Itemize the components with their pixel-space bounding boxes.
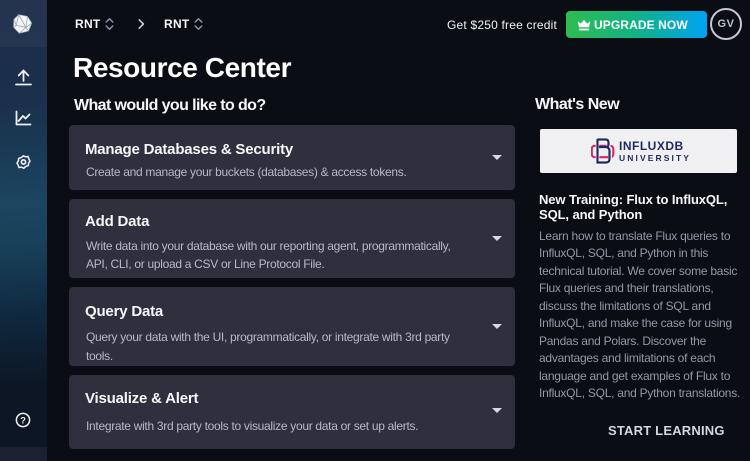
svg-text:?: ? — [20, 415, 26, 426]
svg-text:INFLUXDB: INFLUXDB — [619, 139, 684, 153]
svg-text:UNIVERSITY: UNIVERSITY — [619, 153, 691, 163]
